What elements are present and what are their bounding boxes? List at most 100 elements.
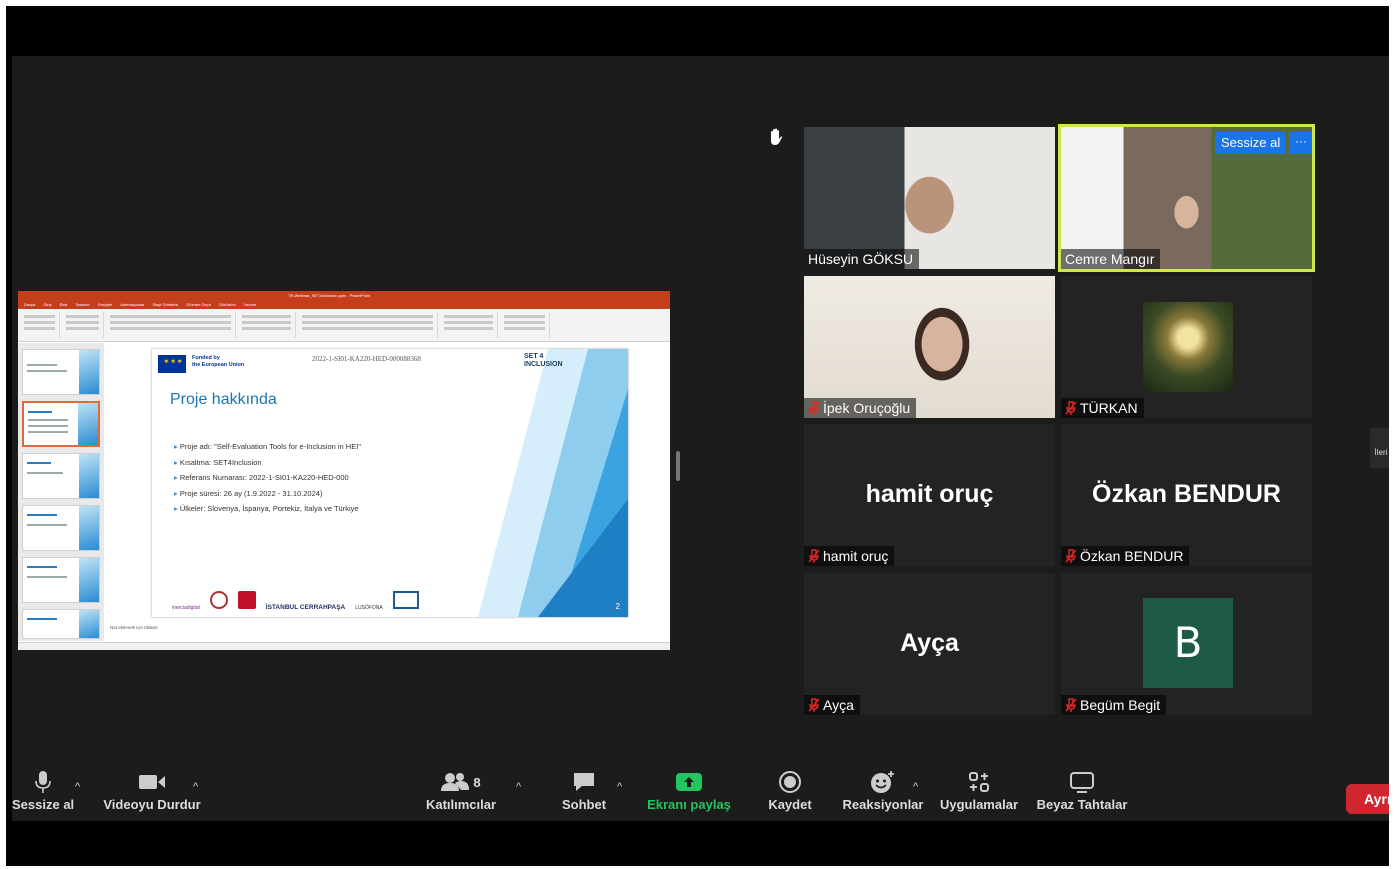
ministry-building-icon: [392, 591, 419, 611]
participant-tile[interactable]: Ayça Ayça: [804, 573, 1055, 715]
chevron-up-icon[interactable]: ^: [516, 781, 521, 793]
slide-bullet: Ülkeler: Slovenya, İspanya, Portekiz, İt…: [174, 501, 361, 517]
funded-by-text: Funded by the European Union: [192, 355, 245, 368]
reactions-icon: [871, 771, 894, 793]
chevron-up-icon[interactable]: ^: [913, 781, 918, 793]
slide-bullet: Proje adı: "Self-Evaluation Tools for e-…: [174, 439, 361, 455]
partner-shield-icon: [237, 591, 256, 611]
slide-thumbnail[interactable]: [22, 349, 100, 395]
whiteboard-icon: [1070, 772, 1094, 793]
participant-name: TÜRKAN: [1061, 398, 1144, 418]
mic-muted-icon: [808, 549, 820, 563]
mic-muted-icon: [1065, 698, 1077, 712]
participant-name: Özkan BENDUR: [1061, 546, 1190, 566]
chat-button[interactable]: Sohbet: [557, 767, 611, 827]
participant-name: hamit oruç: [804, 546, 895, 566]
participant-name: Begüm Begit: [1061, 695, 1167, 715]
slide-notes[interactable]: Not eklemek için tıklatın: [110, 625, 158, 630]
participant-name: Hüseyin GÖKSU: [804, 249, 920, 269]
ribbon-group: [298, 312, 438, 338]
apps-icon: [969, 772, 989, 792]
mic-muted-icon: [808, 698, 820, 712]
ribbon-group: [238, 312, 296, 338]
participant-display-name: hamit oruç: [865, 480, 994, 508]
more-options-button[interactable]: ···: [1289, 132, 1312, 154]
slide-decoration: [478, 349, 628, 617]
stop-video-button[interactable]: Videoyu Durdur: [100, 767, 204, 827]
avatar: B: [1143, 598, 1233, 688]
participant-name: Ayça: [804, 695, 860, 715]
shared-screen[interactable]: TR-Webinar_SET4Inclusion.pptx - PowerPoi…: [18, 291, 670, 650]
chat-icon: [574, 773, 594, 791]
ppt-ribbon-tabs: Dosya Giriş Ekle Tasarım Geçişler Animas…: [18, 300, 670, 309]
participant-tile[interactable]: Hüseyin GÖKSU: [804, 127, 1055, 269]
ribbon-tab: Görünüm: [218, 302, 236, 307]
participant-tile[interactable]: Özkan BENDUR Özkan BENDUR: [1061, 424, 1312, 566]
participant-tile[interactable]: TÜRKAN: [1061, 276, 1312, 418]
slide-thumbnail[interactable]: [22, 557, 100, 603]
lusofona-logo: LUSÓFONA: [355, 605, 383, 611]
ribbon-group: [62, 312, 104, 338]
ppt-ribbon: Dosya Giriş Ekle Tasarım Geçişler Animas…: [18, 300, 670, 342]
ppt-title-bar: TR-Webinar_SET4Inclusion.pptx - PowerPoi…: [18, 291, 670, 300]
ribbon-group: [440, 312, 498, 338]
slide-number: 2: [615, 602, 620, 611]
participant-display-name: Özkan BENDUR: [1092, 480, 1281, 508]
ribbon-tab: Tasarım: [75, 302, 90, 307]
participant-tile[interactable]: hamit oruç hamit oruç: [804, 424, 1055, 566]
ribbon-tab: Gözden Geçir: [186, 302, 211, 307]
slide-thumbnails: [18, 343, 104, 641]
participants-button[interactable]: 8 Katılımcılar: [424, 767, 498, 827]
ppt-status-bar: [18, 642, 670, 650]
slide-reference: 2022-1-SI01-KA220-HED-000088368: [312, 355, 421, 363]
participant-tile[interactable]: İpek Oruçoğlu: [804, 276, 1055, 418]
slide-bullet: Referans Numarası: 2022-1-SI01-KA220-HED…: [174, 470, 361, 486]
slide-bullets: Proje adı: "Self-Evaluation Tools for e-…: [174, 439, 361, 517]
meeting-toolbar: Sessize al ^ Videoyu Durdur ^ 8 Katılımc…: [6, 771, 1389, 866]
ribbon-group: [20, 312, 60, 338]
istanbul-logo: İSTANBUL CERRAHPAŞA: [265, 604, 346, 611]
participant-name: İpek Oruçoğlu: [804, 398, 917, 418]
share-screen-button[interactable]: Ekranı paylaş: [646, 767, 732, 827]
record-button[interactable]: Kaydet: [760, 767, 820, 827]
slide-thumbnail[interactable]: [22, 609, 100, 639]
chevron-up-icon[interactable]: ^: [617, 781, 622, 793]
chevron-up-icon[interactable]: ^: [75, 781, 80, 793]
mute-participant-button[interactable]: Sessize al: [1215, 132, 1287, 154]
split-handle[interactable]: [676, 451, 680, 481]
zoom-window: TR-Webinar_SET4Inclusion.pptx - PowerPoi…: [6, 6, 1389, 866]
mic-muted-icon: [808, 401, 820, 415]
inercia-logo: inerciadigital: [172, 605, 200, 611]
mic-muted-icon: [1065, 401, 1077, 415]
partner-seal-icon: [209, 591, 228, 611]
participant-tile[interactable]: B Begüm Begit: [1061, 573, 1312, 715]
participant-video: [804, 276, 1055, 418]
slide-title: Proje hakkında: [170, 391, 277, 408]
slide-thumbnail-selected[interactable]: [22, 401, 100, 447]
share-screen-icon: [676, 773, 702, 791]
participant-video: [804, 127, 1055, 269]
ribbon-tab: Geçişler: [97, 302, 113, 307]
slide-bullet: Kısaltma: SET4Inclusion: [174, 455, 361, 471]
chevron-up-icon[interactable]: ^: [193, 781, 198, 793]
raised-hand-icon: [771, 128, 783, 145]
ribbon-tab: Ekle: [59, 302, 68, 307]
mute-button[interactable]: Sessize al: [12, 767, 74, 827]
participants-icon: [441, 773, 470, 791]
participant-display-name: Ayça: [900, 629, 959, 657]
ribbon-tab: Dosya: [24, 302, 36, 307]
ribbon-tab: Animasyonlar: [120, 302, 145, 307]
leave-meeting-button[interactable]: Ayrıl: [1346, 784, 1389, 814]
record-icon: [779, 771, 801, 793]
ribbon-tab: Slayt Gösterisi: [152, 302, 179, 307]
next-page-button[interactable]: İleri: [1370, 428, 1389, 468]
apps-button[interactable]: Uygulamalar: [936, 767, 1022, 827]
ribbon-tab: Giriş: [43, 302, 52, 307]
whiteboards-button[interactable]: Beyaz Tahtalar: [1034, 767, 1130, 827]
participant-tile-active[interactable]: Sessize al ··· Cemre Mangır: [1058, 124, 1315, 272]
reactions-button[interactable]: Reaksiyonlar: [840, 767, 926, 827]
participant-name: Cemre Mangır: [1061, 249, 1161, 269]
slide-thumbnail[interactable]: [22, 453, 100, 499]
ribbon-group: [500, 312, 550, 338]
slide-thumbnail[interactable]: [22, 505, 100, 551]
